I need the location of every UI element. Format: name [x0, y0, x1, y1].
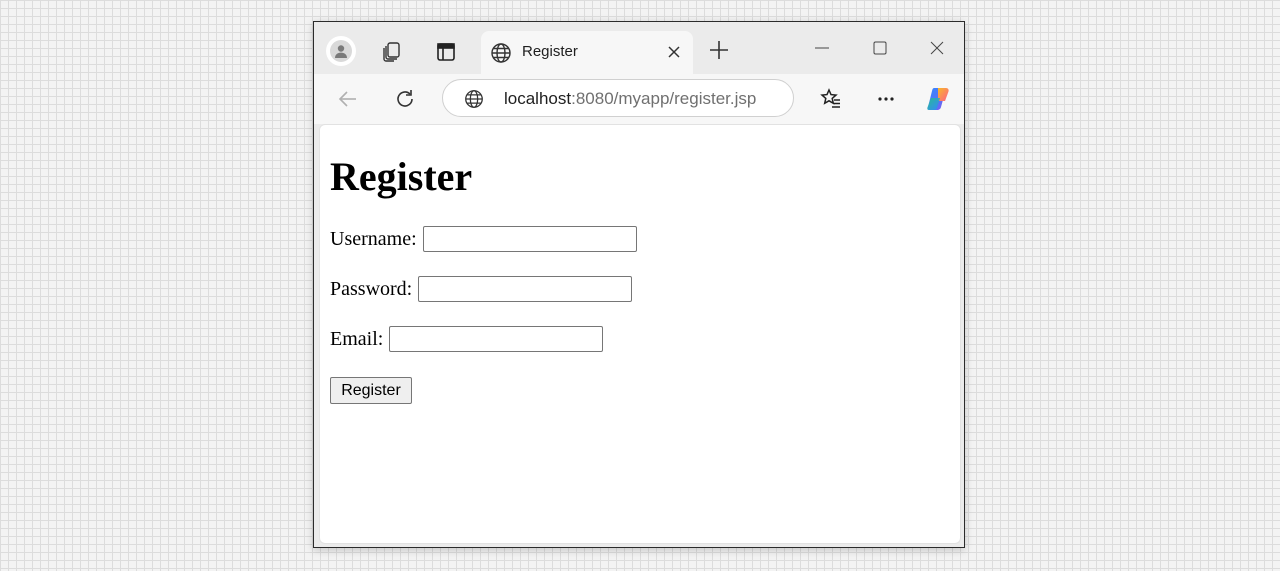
register-button[interactable]: Register	[330, 377, 412, 404]
refresh-icon	[397, 90, 413, 107]
username-input[interactable]	[422, 226, 637, 252]
username-label: Username:	[330, 227, 417, 250]
vertical-tabs-icon	[437, 43, 455, 61]
tab-register[interactable]: Register	[481, 31, 693, 75]
more-icon	[878, 97, 894, 101]
workspaces-icon	[383, 42, 400, 62]
close-window-button[interactable]	[922, 36, 952, 60]
password-row: Password:	[330, 276, 633, 302]
maximize-icon	[873, 41, 887, 55]
username-row: Username:	[330, 226, 637, 252]
minimize-icon	[815, 47, 829, 49]
workspaces-button[interactable]	[380, 39, 404, 63]
tab-bar: Register	[314, 22, 964, 75]
back-icon	[338, 91, 356, 107]
close-icon	[930, 41, 944, 55]
globe-icon	[489, 41, 513, 70]
close-icon[interactable]	[665, 43, 683, 61]
refresh-button[interactable]	[393, 87, 417, 111]
profile-icon	[330, 40, 352, 62]
email-input[interactable]	[389, 326, 604, 352]
url-path: :8080/myapp/register.jsp	[571, 89, 757, 108]
password-input[interactable]	[418, 276, 633, 302]
url-text: localhost:8080/myapp/register.jsp	[504, 89, 756, 109]
minimize-button[interactable]	[807, 36, 837, 60]
email-row: Email:	[330, 326, 604, 352]
favorites-icon	[820, 88, 840, 108]
maximize-button[interactable]	[865, 36, 895, 60]
globe-icon	[463, 88, 485, 115]
back-button[interactable]	[336, 87, 360, 111]
profile-button[interactable]	[326, 36, 356, 66]
copilot-icon	[927, 88, 949, 110]
plus-icon	[710, 41, 728, 59]
vertical-tabs-button[interactable]	[434, 40, 458, 64]
url-host: localhost	[504, 89, 572, 108]
more-button[interactable]	[874, 87, 898, 111]
browser-window: Register localhost:8080/myapp/register.j…	[313, 21, 965, 548]
page-title: Register	[330, 154, 473, 199]
page-content: Register Username: Password: Email: Regi…	[319, 124, 961, 544]
copilot-button[interactable]	[925, 85, 953, 113]
email-label: Email:	[330, 327, 384, 350]
tab-title: Register	[522, 43, 578, 60]
address-bar[interactable]: localhost:8080/myapp/register.jsp	[442, 79, 794, 117]
favorites-button[interactable]	[819, 87, 843, 111]
new-tab-button[interactable]	[707, 38, 731, 62]
password-label: Password:	[330, 277, 413, 300]
navigation-toolbar: localhost:8080/myapp/register.jsp	[314, 74, 964, 124]
